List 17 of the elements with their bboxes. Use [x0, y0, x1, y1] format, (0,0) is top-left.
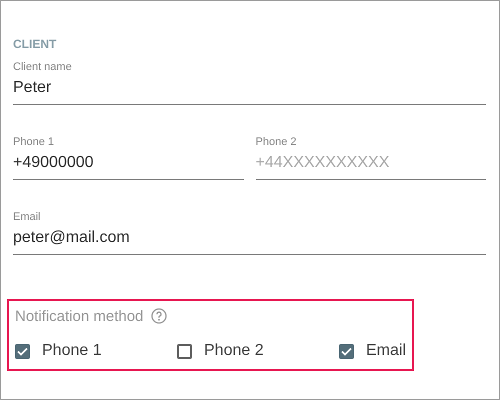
checkbox-option[interactable]: Email: [339, 342, 406, 360]
checkbox[interactable]: [339, 344, 354, 358]
group-label: Notification method: [15, 308, 144, 324]
checkbox-option[interactable]: Phone 2: [177, 342, 339, 360]
section-title: CLIENT: [13, 37, 56, 51]
checkbox-option[interactable]: Phone 1: [15, 342, 177, 360]
input-field[interactable]: +44XXXXXXXXXX: [256, 148, 486, 180]
checkbox[interactable]: [177, 344, 192, 358]
input-field[interactable]: Peter: [13, 73, 486, 105]
help-icon[interactable]: [151, 308, 168, 324]
field-label: Phone 1: [13, 136, 54, 148]
checkbox[interactable]: [15, 344, 30, 358]
field-label: Email: [13, 211, 41, 223]
field-label: Phone 2: [256, 136, 296, 148]
input-field[interactable]: +49000000: [13, 148, 244, 180]
field-label: Client name: [13, 61, 72, 73]
input-field[interactable]: peter@mail.com: [13, 223, 486, 255]
